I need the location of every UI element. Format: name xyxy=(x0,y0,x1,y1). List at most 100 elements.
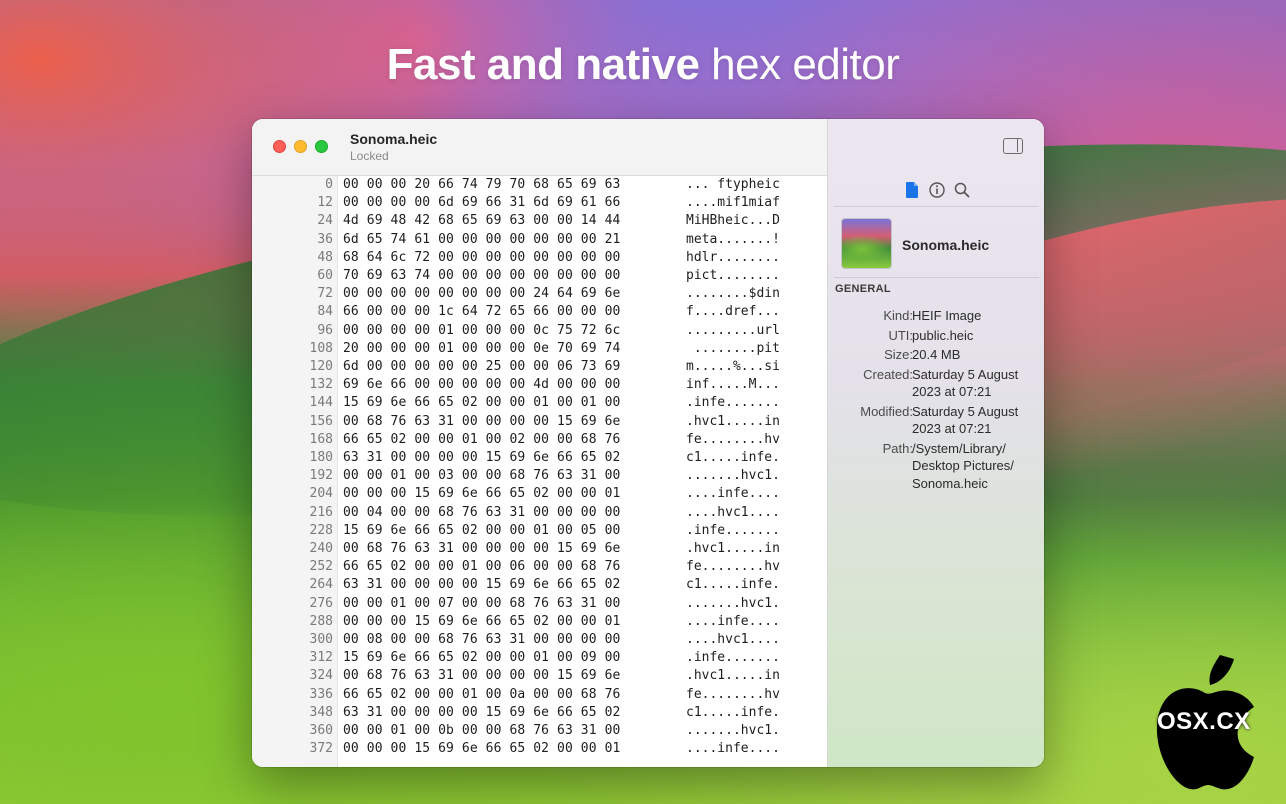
hex-row[interactable]: 276 00 00 01 00 07 00 00 68 76 63 31 00..… xyxy=(252,595,827,613)
hex-row[interactable]: 252 66 65 02 00 00 01 00 06 00 00 68 76 fe… xyxy=(252,558,827,576)
hex-row[interactable]: 288 00 00 00 15 69 6e 66 65 02 00 00 01..… xyxy=(252,613,827,631)
hex-row[interactable]: 12 00 00 00 00 6d 69 66 31 6d 69 61 66...… xyxy=(252,194,827,212)
row-bytes[interactable]: 63 31 00 00 00 00 15 69 6e 66 65 02 xyxy=(343,704,620,722)
row-bytes[interactable]: 00 04 00 00 68 76 63 31 00 00 00 00 xyxy=(343,504,620,522)
zoom-button[interactable] xyxy=(315,140,328,153)
row-bytes[interactable]: 20 00 00 00 01 00 00 00 0e 70 69 74 xyxy=(343,340,620,358)
row-bytes[interactable]: 00 00 01 00 07 00 00 68 76 63 31 00 xyxy=(343,595,620,613)
row-bytes[interactable]: 00 68 76 63 31 00 00 00 00 15 69 6e xyxy=(343,413,620,431)
row-bytes[interactable]: 6d 65 74 61 00 00 00 00 00 00 00 21 xyxy=(343,231,620,249)
row-ascii[interactable]: .hvc1.....in xyxy=(686,540,780,558)
row-ascii[interactable]: ....mif1miaf xyxy=(686,194,780,212)
hex-row[interactable]: 156 00 68 76 63 31 00 00 00 00 15 69 6e .h… xyxy=(252,413,827,431)
row-ascii[interactable]: .infe....... xyxy=(686,522,780,540)
hex-row[interactable]: 204 00 00 00 15 69 6e 66 65 02 00 00 01..… xyxy=(252,485,827,503)
hex-row[interactable]: 84 66 00 00 00 1c 64 72 65 66 00 00 00 f..… xyxy=(252,303,827,321)
row-ascii[interactable]: .......hvc1. xyxy=(686,595,780,613)
hex-row[interactable]: 36 6d 65 74 61 00 00 00 00 00 00 00 21 met… xyxy=(252,231,827,249)
row-ascii[interactable]: ... ftypheic xyxy=(686,176,780,194)
hex-row[interactable]: 60 70 69 63 74 00 00 00 00 00 00 00 00 pic… xyxy=(252,267,827,285)
row-bytes[interactable]: 68 64 6c 72 00 00 00 00 00 00 00 00 xyxy=(343,249,620,267)
row-bytes[interactable]: 70 69 63 74 00 00 00 00 00 00 00 00 xyxy=(343,267,620,285)
row-ascii[interactable]: .hvc1.....in xyxy=(686,413,780,431)
row-ascii[interactable]: pict........ xyxy=(686,267,780,285)
close-button[interactable] xyxy=(273,140,286,153)
search-icon[interactable] xyxy=(953,181,971,199)
row-ascii[interactable]: inf.....M... xyxy=(686,376,780,394)
hex-row[interactable]: 228 15 69 6e 66 65 02 00 00 01 00 05 00 .i… xyxy=(252,522,827,540)
hex-row[interactable]: 192 00 00 01 00 03 00 00 68 76 63 31 00..… xyxy=(252,467,827,485)
hex-row[interactable]: 240 00 68 76 63 31 00 00 00 00 15 69 6e .h… xyxy=(252,540,827,558)
row-ascii[interactable]: f....dref... xyxy=(686,303,780,321)
titlebar[interactable]: Sonoma.heic Locked xyxy=(252,119,827,176)
row-ascii[interactable]: .infe....... xyxy=(686,394,780,412)
row-bytes[interactable]: 63 31 00 00 00 00 15 69 6e 66 65 02 xyxy=(343,576,620,594)
row-ascii[interactable]: m.....%...si xyxy=(686,358,780,376)
row-bytes[interactable]: 00 00 01 00 0b 00 00 68 76 63 31 00 xyxy=(343,722,620,740)
row-bytes[interactable]: 00 00 00 15 69 6e 66 65 02 00 00 01 xyxy=(343,740,620,758)
hex-row[interactable]: 120 6d 00 00 00 00 00 25 00 00 06 73 69 m.… xyxy=(252,358,827,376)
row-bytes[interactable]: 00 00 00 15 69 6e 66 65 02 00 00 01 xyxy=(343,485,620,503)
hex-row[interactable]: 324 00 68 76 63 31 00 00 00 00 15 69 6e .h… xyxy=(252,667,827,685)
row-ascii[interactable]: ........pit xyxy=(686,340,780,358)
row-bytes[interactable]: 66 65 02 00 00 01 00 0a 00 00 68 76 xyxy=(343,686,620,704)
row-ascii[interactable]: .........url xyxy=(686,322,780,340)
hex-row[interactable]: 216 00 04 00 00 68 76 63 31 00 00 00 00..… xyxy=(252,504,827,522)
row-ascii[interactable]: ....hvc1.... xyxy=(686,631,780,649)
hex-row[interactable]: 180 63 31 00 00 00 00 15 69 6e 66 65 02 c1… xyxy=(252,449,827,467)
row-bytes[interactable]: 6d 00 00 00 00 00 25 00 00 06 73 69 xyxy=(343,358,620,376)
row-bytes[interactable]: 00 00 00 15 69 6e 66 65 02 00 00 01 xyxy=(343,613,620,631)
info-icon[interactable] xyxy=(928,181,946,199)
hex-view[interactable]: 0 00 00 00 20 66 74 79 70 68 65 69 63 ... … xyxy=(252,176,827,767)
hex-row[interactable]: 372 00 00 00 15 69 6e 66 65 02 00 00 01..… xyxy=(252,740,827,758)
row-bytes[interactable]: 66 65 02 00 00 01 00 06 00 00 68 76 xyxy=(343,558,620,576)
hex-row[interactable]: 96 00 00 00 00 01 00 00 00 0c 75 72 6c...… xyxy=(252,322,827,340)
hex-row[interactable]: 360 00 00 01 00 0b 00 00 68 76 63 31 00..… xyxy=(252,722,827,740)
row-bytes[interactable]: 00 08 00 00 68 76 63 31 00 00 00 00 xyxy=(343,631,620,649)
row-ascii[interactable]: fe........hv xyxy=(686,686,780,704)
row-bytes[interactable]: 15 69 6e 66 65 02 00 00 01 00 01 00 xyxy=(343,394,620,412)
hex-row[interactable]: 168 66 65 02 00 00 01 00 02 00 00 68 76 fe… xyxy=(252,431,827,449)
hex-row[interactable]: 0 00 00 00 20 66 74 79 70 68 65 69 63 ... … xyxy=(252,176,827,194)
row-ascii[interactable]: meta.......! xyxy=(686,231,780,249)
row-ascii[interactable]: c1.....infe. xyxy=(686,449,780,467)
hex-row[interactable]: 132 69 6e 66 00 00 00 00 00 4d 00 00 00 in… xyxy=(252,376,827,394)
row-bytes[interactable]: 66 65 02 00 00 01 00 02 00 00 68 76 xyxy=(343,431,620,449)
sidebar-toggle-icon[interactable] xyxy=(1003,138,1023,154)
row-bytes[interactable]: 15 69 6e 66 65 02 00 00 01 00 09 00 xyxy=(343,649,620,667)
row-ascii[interactable]: .infe....... xyxy=(686,649,780,667)
row-bytes[interactable]: 00 00 00 00 6d 69 66 31 6d 69 61 66 xyxy=(343,194,620,212)
hex-row[interactable]: 312 15 69 6e 66 65 02 00 00 01 00 09 00 .i… xyxy=(252,649,827,667)
row-bytes[interactable]: 4d 69 48 42 68 65 69 63 00 00 14 44 xyxy=(343,212,620,230)
hex-row[interactable]: 24 4d 69 48 42 68 65 69 63 00 00 14 44 MiH… xyxy=(252,212,827,230)
row-bytes[interactable]: 00 68 76 63 31 00 00 00 00 15 69 6e xyxy=(343,667,620,685)
hex-row[interactable]: 264 63 31 00 00 00 00 15 69 6e 66 65 02 c1… xyxy=(252,576,827,594)
row-ascii[interactable]: ....infe.... xyxy=(686,613,780,631)
row-bytes[interactable]: 66 00 00 00 1c 64 72 65 66 00 00 00 xyxy=(343,303,620,321)
row-ascii[interactable]: .......hvc1. xyxy=(686,722,780,740)
row-bytes[interactable]: 00 00 00 00 00 00 00 00 24 64 69 6e xyxy=(343,285,620,303)
row-ascii[interactable]: .hvc1.....in xyxy=(686,667,780,685)
hex-row[interactable]: 108 20 00 00 00 01 00 00 00 0e 70 69 74 .… xyxy=(252,340,827,358)
hex-row[interactable]: 48 68 64 6c 72 00 00 00 00 00 00 00 00 hdl… xyxy=(252,249,827,267)
row-ascii[interactable]: fe........hv xyxy=(686,558,780,576)
hex-row[interactable]: 336 66 65 02 00 00 01 00 0a 00 00 68 76 fe… xyxy=(252,686,827,704)
row-bytes[interactable]: 69 6e 66 00 00 00 00 00 4d 00 00 00 xyxy=(343,376,620,394)
hex-row[interactable]: 144 15 69 6e 66 65 02 00 00 01 00 01 00 .i… xyxy=(252,394,827,412)
minimize-button[interactable] xyxy=(294,140,307,153)
row-ascii[interactable]: ....infe.... xyxy=(686,485,780,503)
row-ascii[interactable]: fe........hv xyxy=(686,431,780,449)
row-ascii[interactable]: ........$din xyxy=(686,285,780,303)
row-ascii[interactable]: .......hvc1. xyxy=(686,467,780,485)
row-ascii[interactable]: ....infe.... xyxy=(686,740,780,758)
row-bytes[interactable]: 00 00 00 00 01 00 00 00 0c 75 72 6c xyxy=(343,322,620,340)
document-icon[interactable] xyxy=(904,181,922,199)
row-ascii[interactable]: c1.....infe. xyxy=(686,576,780,594)
row-bytes[interactable]: 15 69 6e 66 65 02 00 00 01 00 05 00 xyxy=(343,522,620,540)
hex-row[interactable]: 348 63 31 00 00 00 00 15 69 6e 66 65 02 c1… xyxy=(252,704,827,722)
row-bytes[interactable]: 00 00 00 20 66 74 79 70 68 65 69 63 xyxy=(343,176,620,194)
row-bytes[interactable]: 00 68 76 63 31 00 00 00 00 15 69 6e xyxy=(343,540,620,558)
row-ascii[interactable]: ....hvc1.... xyxy=(686,504,780,522)
hex-row[interactable]: 300 00 08 00 00 68 76 63 31 00 00 00 00..… xyxy=(252,631,827,649)
hex-row[interactable]: 72 00 00 00 00 00 00 00 00 24 64 69 6e...… xyxy=(252,285,827,303)
